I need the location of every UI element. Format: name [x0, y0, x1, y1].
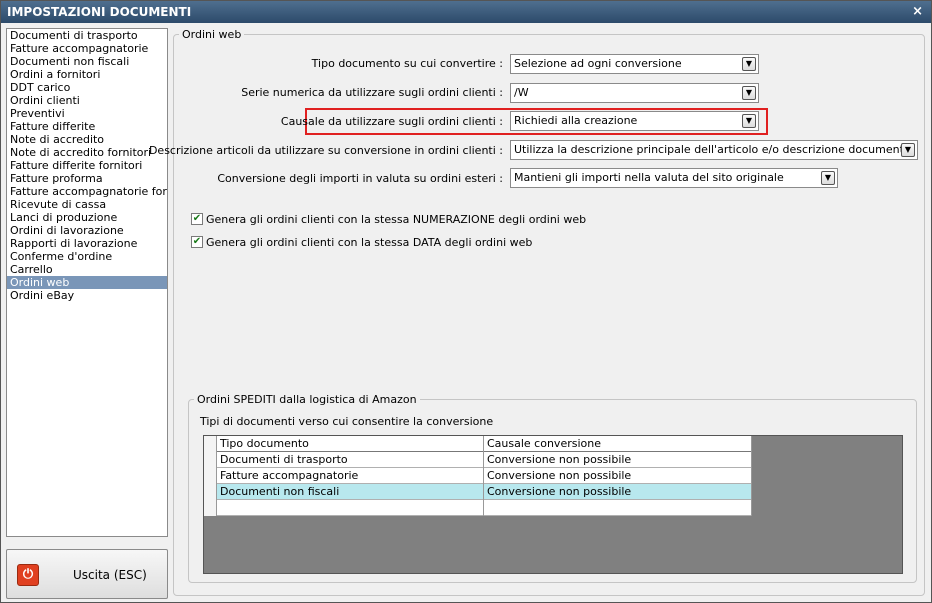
power-icon: ⏻: [17, 564, 39, 586]
tipo-documento-label: Tipo documento su cui convertire :: [311, 57, 503, 70]
table-row[interactable]: Documenti di trasporto Conversione non po…: [204, 452, 752, 468]
settings-window: IMPOSTAZIONI DOCUMENTI × Documenti di tr…: [0, 0, 932, 603]
row-indicator[interactable]: [204, 500, 217, 516]
sidebar-item[interactable]: Note di accredito fornitori: [7, 146, 167, 159]
sidebar-item[interactable]: Fatture differite: [7, 120, 167, 133]
tipo-documento-select[interactable]: Selezione ad ogni conversione ▼: [510, 54, 759, 74]
amazon-subtitle: Tipi di documenti verso cui consentire l…: [200, 415, 494, 428]
serie-numerica-value: /W: [514, 86, 529, 99]
sidebar-item[interactable]: Preventivi: [7, 107, 167, 120]
cell-causale-conversione[interactable]: Conversione non possibile: [484, 484, 752, 500]
descrizione-articoli-label: Descrizione articoli da utilizzare su co…: [148, 144, 503, 157]
chevron-down-icon[interactable]: ▼: [742, 86, 756, 100]
sidebar-item[interactable]: Ordini clienti: [7, 94, 167, 107]
cell-tipo-documento[interactable]: [217, 500, 484, 516]
column-header-causale[interactable]: Causale conversione: [484, 436, 752, 452]
sidebar-item[interactable]: Fatture differite fornitori: [7, 159, 167, 172]
causale-value: Richiedi alla creazione: [514, 114, 638, 127]
tipo-documento-value: Selezione ad ogni conversione: [514, 57, 682, 70]
data-checkbox-label: Genera gli ordini clienti con la stessa …: [206, 236, 533, 249]
window-title: IMPOSTAZIONI DOCUMENTI: [7, 5, 192, 19]
chevron-down-icon[interactable]: ▼: [821, 171, 835, 185]
chevron-down-icon[interactable]: ▼: [742, 114, 756, 128]
cell-tipo-documento[interactable]: Documenti non fiscali: [217, 484, 484, 500]
data-checkbox[interactable]: ✔: [191, 236, 203, 248]
row-indicator[interactable]: [204, 468, 217, 484]
table-row[interactable]: Fatture accompagnatorie Conversione non p…: [204, 468, 752, 484]
row-indicator-header: [204, 436, 217, 452]
cell-causale-conversione[interactable]: Conversione non possibile: [484, 452, 752, 468]
causale-select[interactable]: Richiedi alla creazione ▼: [510, 111, 759, 131]
cell-tipo-documento[interactable]: Fatture accompagnatorie: [217, 468, 484, 484]
conversion-grid[interactable]: Tipo documento Causale conversione Docum…: [203, 435, 903, 574]
serie-numerica-label: Serie numerica da utilizzare sugli ordin…: [241, 86, 503, 99]
cell-causale-conversione[interactable]: [484, 500, 752, 516]
sidebar-item[interactable]: Ricevute di cassa: [7, 198, 167, 211]
sidebar-item[interactable]: Conferme d'ordine: [7, 250, 167, 263]
row-indicator[interactable]: [204, 452, 217, 468]
numerazione-checkbox-label: Genera gli ordini clienti con la stessa …: [206, 213, 587, 226]
numerazione-checkbox[interactable]: ✔: [191, 213, 203, 225]
sidebar-item[interactable]: Fatture accompagnatorie: [7, 42, 167, 55]
sidebar-item[interactable]: Rapporti di lavorazione: [7, 237, 167, 250]
chevron-down-icon[interactable]: ▼: [901, 143, 915, 157]
amazon-group-title: Ordini SPEDITI dalla logistica di Amazon: [194, 393, 420, 406]
sidebar-item[interactable]: Documenti di trasporto: [7, 29, 167, 42]
descrizione-articoli-select[interactable]: Utilizza la descrizione principale dell'…: [510, 140, 918, 160]
sidebar-item[interactable]: DDT carico: [7, 81, 167, 94]
grid-header: Tipo documento Causale conversione: [204, 436, 752, 452]
sidebar-item[interactable]: Carrello: [7, 263, 167, 276]
sidebar-item[interactable]: Documenti non fiscali: [7, 55, 167, 68]
cell-causale-conversione[interactable]: Conversione non possibile: [484, 468, 752, 484]
table-row[interactable]: Documenti non fiscali Conversione non pos…: [204, 484, 752, 500]
conversione-importi-select[interactable]: Mantieni gli importi nella valuta del si…: [510, 168, 838, 188]
sidebar-item[interactable]: Lanci di produzione: [7, 211, 167, 224]
sidebar-item[interactable]: Fatture accompagnatorie fornito: [7, 185, 167, 198]
exit-button[interactable]: ⏻ Uscita (ESC): [6, 549, 168, 599]
table-row[interactable]: [204, 500, 752, 516]
cell-tipo-documento[interactable]: Documenti di trasporto: [217, 452, 484, 468]
column-header-tipo-documento[interactable]: Tipo documento: [217, 436, 484, 452]
document-type-list[interactable]: Documenti di trasporto Fatture accompagna…: [6, 28, 168, 537]
descrizione-articoli-value: Utilizza la descrizione principale dell'…: [514, 143, 907, 156]
chevron-down-icon[interactable]: ▼: [742, 57, 756, 71]
conversione-importi-value: Mantieni gli importi nella valuta del si…: [514, 171, 784, 184]
causale-label: Causale da utilizzare sugli ordini clien…: [280, 115, 503, 128]
conversione-importi-label: Conversione degli importi in valuta su o…: [217, 172, 503, 185]
sidebar-item[interactable]: Ordini web: [7, 276, 167, 289]
title-bar: IMPOSTAZIONI DOCUMENTI ×: [1, 1, 931, 23]
sidebar-item[interactable]: Note di accredito: [7, 133, 167, 146]
serie-numerica-select[interactable]: /W ▼: [510, 83, 759, 103]
row-indicator[interactable]: [204, 484, 217, 500]
sidebar-item[interactable]: Ordini a fornitori: [7, 68, 167, 81]
sidebar-item[interactable]: Ordini di lavorazione: [7, 224, 167, 237]
group-title: Ordini web: [179, 28, 245, 41]
sidebar-item[interactable]: Ordini eBay: [7, 289, 167, 302]
exit-button-label: Uscita (ESC): [73, 568, 147, 582]
close-icon[interactable]: ×: [912, 1, 923, 23]
sidebar-item[interactable]: Fatture proforma: [7, 172, 167, 185]
